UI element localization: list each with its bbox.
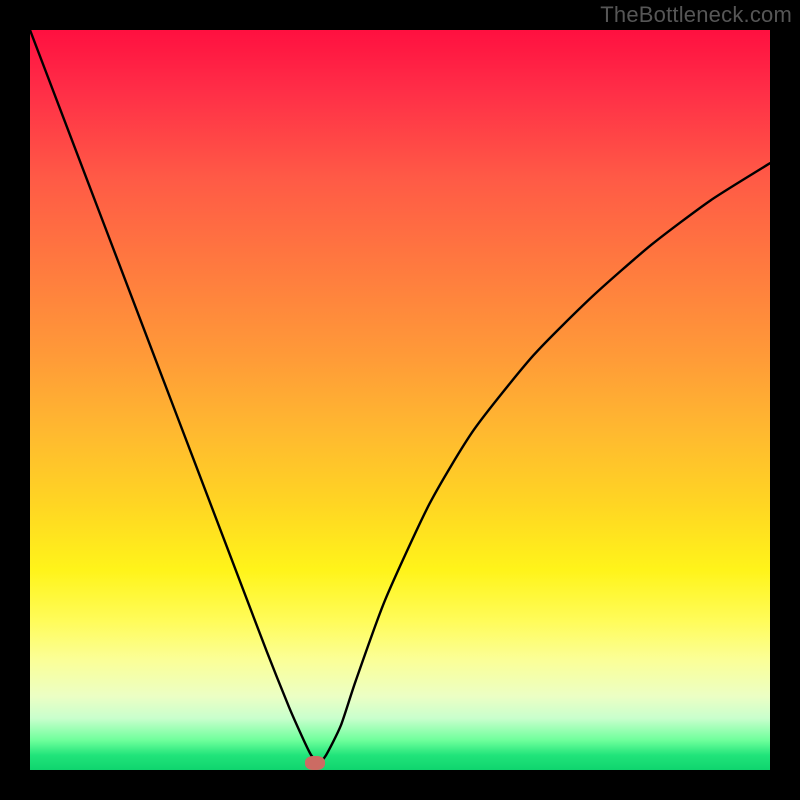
bottleneck-curve — [30, 30, 770, 763]
optimal-point-marker — [305, 756, 325, 770]
watermark-text: TheBottleneck.com — [600, 2, 792, 28]
plot-area — [30, 30, 770, 770]
chart-frame: TheBottleneck.com — [0, 0, 800, 800]
curve-svg — [30, 30, 770, 770]
